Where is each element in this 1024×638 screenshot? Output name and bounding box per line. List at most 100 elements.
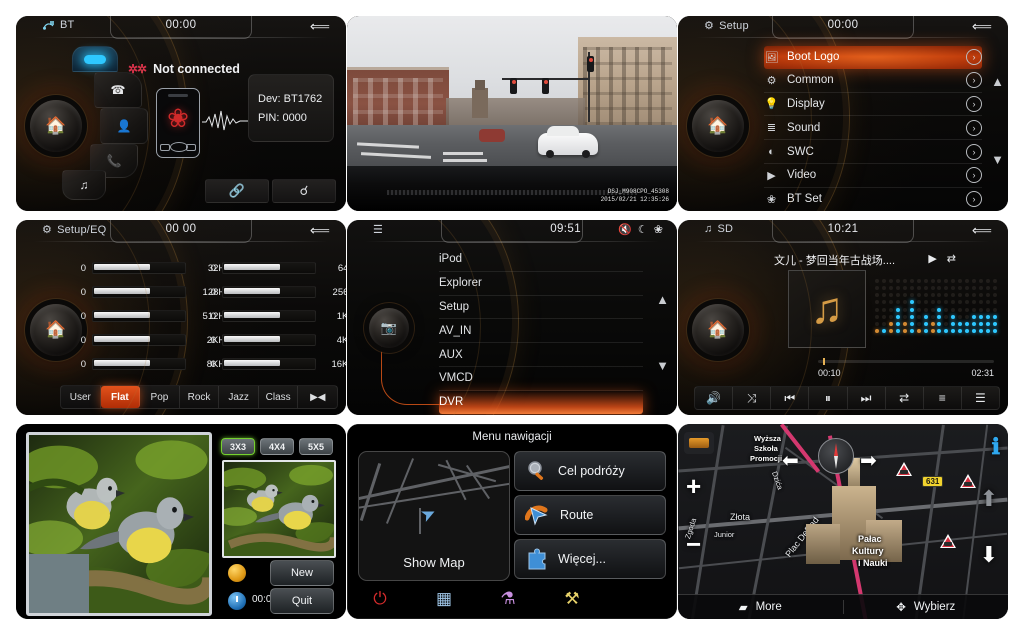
eq-slider[interactable] — [92, 262, 186, 274]
scroll-down-button[interactable]: ▼ — [656, 358, 669, 373]
setup-item-video[interactable]: ▶ Video › — [764, 164, 982, 188]
puzzle-size-3x3[interactable]: 3X3 — [221, 438, 255, 455]
home-knob[interactable]: 🏠 — [692, 100, 744, 152]
scroll-up-button[interactable]: ▲ — [656, 292, 669, 307]
eq-slider[interactable] — [222, 262, 316, 274]
equalizer-button[interactable]: ≡ — [924, 387, 962, 409]
eq-slider[interactable] — [222, 286, 316, 298]
eq-slider[interactable] — [222, 334, 316, 346]
new-game-button[interactable]: New — [270, 560, 334, 586]
nav-button-destination[interactable]: Cel podróży — [514, 451, 666, 491]
puzzle-tile-blank[interactable] — [29, 553, 89, 613]
setup-item-swc[interactable]: ◐ SWC › — [764, 140, 982, 164]
map-gps-icon[interactable]: ▦ — [412, 589, 476, 609]
flask-icon[interactable]: ⚗ — [476, 589, 540, 609]
disconnect-button[interactable]: ☌ — [272, 179, 336, 203]
puzzle-tile[interactable] — [149, 494, 209, 554]
setup-item-display[interactable]: 💡 Display › — [764, 93, 982, 117]
home-knob[interactable]: 🏠 — [30, 304, 82, 356]
connect-button[interactable]: 🔗 — [205, 179, 269, 203]
eq-band-256hz[interactable]: 0 256Hz — [208, 286, 346, 298]
source-knob[interactable]: 📷 — [369, 308, 409, 348]
puzzle-tile[interactable] — [89, 553, 149, 613]
puzzle-tile[interactable] — [29, 435, 89, 495]
scroll-up-arrow[interactable]: ⬆ — [980, 486, 998, 512]
next-button[interactable]: ⏭ — [848, 387, 886, 409]
select-button[interactable]: ✥ Wybierz — [844, 600, 1009, 614]
puzzle-tile[interactable] — [89, 435, 149, 495]
source-item-explorer[interactable]: Explorer — [439, 272, 643, 296]
wheel-dialpad-icon[interactable]: ☎ — [94, 72, 142, 108]
nav-button-route[interactable]: Route — [514, 495, 666, 535]
eq-slider[interactable] — [92, 358, 186, 370]
puzzle-tile[interactable] — [149, 435, 209, 495]
scroll-up-button[interactable]: ▲ — [991, 74, 1004, 89]
zoom-in-button[interactable]: + — [686, 473, 701, 499]
shuffle-button[interactable]: ⤨ — [733, 387, 772, 409]
more-button[interactable]: ▰ More — [678, 600, 844, 614]
eq-slider[interactable] — [222, 358, 316, 370]
eq-band-64hz[interactable]: 0 64Hz — [208, 262, 346, 274]
source-item-vmcd[interactable]: VMCD — [439, 367, 643, 391]
back-arrow-icon[interactable]: ⟸ — [310, 223, 330, 237]
eq-slider[interactable] — [222, 310, 316, 322]
eq-preset-class[interactable]: Class — [259, 386, 299, 408]
puzzle-size-5x5[interactable]: 5X5 — [299, 438, 333, 455]
play-icon[interactable]: ▶ — [928, 252, 936, 265]
eq-band-1khz[interactable]: 0 1KHz — [208, 310, 346, 322]
home-knob[interactable]: 🏠 — [30, 100, 82, 152]
quit-button[interactable]: Quit — [270, 588, 334, 614]
nav-button-more[interactable]: Więcej... — [514, 539, 666, 579]
compass-icon[interactable] — [818, 438, 854, 474]
zoom-out-button[interactable]: − — [686, 531, 701, 557]
eq-preset-nav-icon[interactable]: ▶◀ — [298, 386, 337, 408]
eq-band-16khz[interactable]: 0 16KHz — [208, 358, 346, 370]
wheel-bluetooth-toggle[interactable] — [72, 46, 118, 72]
eq-band-4khz[interactable]: 0 4KHz — [208, 334, 346, 346]
pan-left-arrow[interactable]: ⬅ — [782, 448, 799, 473]
eq-preset-jazz[interactable]: Jazz — [219, 386, 259, 408]
previous-button[interactable]: ⏮ — [771, 387, 810, 409]
puzzle-tile[interactable] — [149, 553, 209, 613]
moon-icon[interactable]: ☾ — [638, 223, 648, 236]
scroll-down-button[interactable]: ▼ — [991, 152, 1004, 167]
volume-button[interactable]: 🔊 — [695, 387, 734, 409]
wheel-music-icon[interactable]: ♫ — [62, 170, 106, 200]
power-icon[interactable]: ⏻ — [348, 589, 412, 609]
puzzle-size-4x4[interactable]: 4X4 — [260, 438, 294, 455]
puzzle-board[interactable] — [26, 432, 212, 616]
tools-icon[interactable]: ⚒ — [540, 589, 604, 609]
repeat-button[interactable]: ⇄ — [886, 387, 924, 409]
source-item-setup[interactable]: Setup — [439, 296, 643, 320]
eq-slider[interactable] — [92, 286, 186, 298]
poi-layer-icon[interactable] — [684, 432, 714, 454]
puzzle-tile[interactable] — [89, 494, 149, 554]
back-arrow-icon[interactable]: ⟸ — [972, 223, 992, 237]
source-item-av-in[interactable]: AV_IN — [439, 319, 643, 344]
playlist-button[interactable]: ☰ — [962, 387, 999, 409]
setup-item-common[interactable]: ⚙ Common › — [764, 69, 982, 93]
back-arrow-icon[interactable]: ⟸ — [310, 19, 330, 33]
setup-item-sound[interactable]: ≣ Sound › — [764, 116, 982, 141]
source-item-dvr[interactable]: DVR — [439, 390, 643, 414]
eq-slider[interactable] — [92, 310, 186, 322]
eq-preset-rock[interactable]: Rock — [180, 386, 220, 408]
pause-button[interactable]: ⏸ — [809, 387, 848, 409]
info-icon[interactable]: ℹ — [992, 434, 1000, 460]
eq-preset-pop[interactable]: Pop — [140, 386, 180, 408]
map-thumbnail[interactable]: ➤ Show Map — [358, 451, 510, 581]
pan-right-arrow[interactable]: ➡ — [860, 448, 877, 473]
eq-preset-flat[interactable]: Flat — [100, 386, 141, 408]
puzzle-tile[interactable] — [29, 494, 89, 554]
scroll-down-arrow[interactable]: ⬇ — [980, 542, 998, 568]
source-item-ipod[interactable]: iPod — [439, 248, 643, 272]
setup-item-bt-set[interactable]: ❀ BT Set › — [764, 188, 982, 211]
wheel-contacts-icon[interactable]: 👤 — [100, 108, 148, 144]
eq-preset-user[interactable]: User — [61, 386, 101, 408]
repeat-icon[interactable]: ⇄ — [947, 252, 956, 265]
mute-icon[interactable]: 🔇 — [618, 223, 632, 236]
eq-slider[interactable] — [92, 334, 186, 346]
source-item-aux[interactable]: AUX — [439, 343, 643, 367]
setup-item-boot-logo[interactable]: 🖼 Boot Logo › — [764, 46, 982, 69]
bluetooth-icon[interactable]: ❀ — [654, 223, 663, 236]
